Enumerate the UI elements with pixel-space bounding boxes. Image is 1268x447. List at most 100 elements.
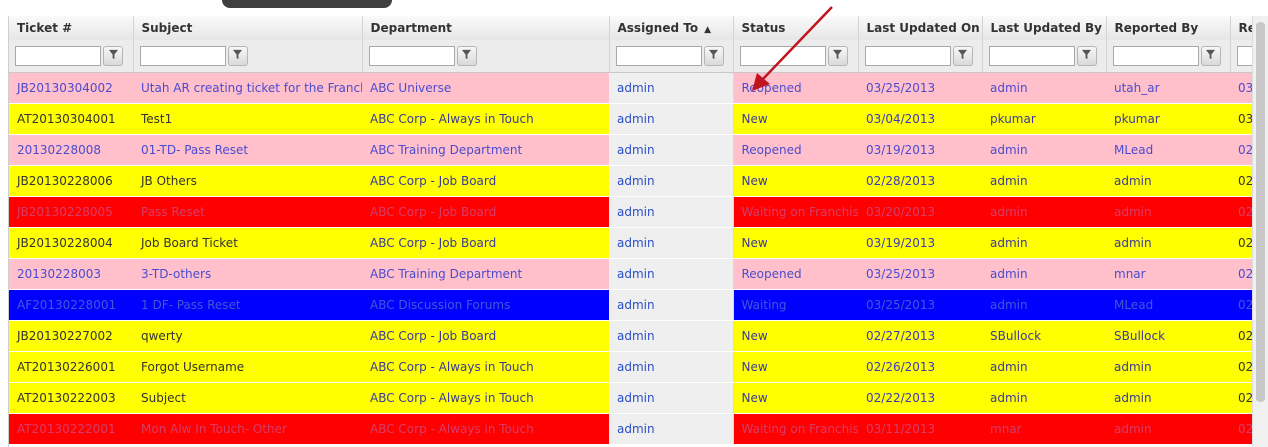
cell-assigned-to[interactable]: admin xyxy=(609,382,734,414)
cell-last-updated-on[interactable]: 03/19/2013 xyxy=(858,134,982,166)
cell-status[interactable]: New xyxy=(733,103,858,135)
filter-button-department[interactable] xyxy=(456,46,477,66)
column-header-department[interactable]: Department xyxy=(362,16,610,40)
cell-last-updated-by[interactable]: admin xyxy=(982,289,1106,321)
table-row[interactable]: JB20130228004 Job Board Ticket ABC Corp - … xyxy=(9,227,1253,259)
cell-last-updated-on[interactable]: 03/25/2013 xyxy=(858,258,982,290)
column-header-status[interactable]: Status xyxy=(733,16,859,40)
cell-ticket[interactable]: AT20130222001 xyxy=(9,413,133,445)
cell-extra[interactable]: 02/ xyxy=(1230,134,1253,166)
cell-reported-by[interactable]: admin xyxy=(1106,351,1230,383)
table-row[interactable]: AT20130222001 Mon Alw In Touch- Other ABC … xyxy=(9,413,1253,445)
cell-status[interactable]: Waiting on Franchise xyxy=(733,196,858,228)
cell-subject[interactable]: JB Others xyxy=(133,165,362,197)
filter-input-assigned-to[interactable] xyxy=(615,46,702,66)
cell-status[interactable]: Waiting xyxy=(733,289,858,321)
cell-last-updated-by[interactable]: admin xyxy=(982,72,1106,104)
cell-subject[interactable]: Pass Reset xyxy=(133,196,362,228)
cell-last-updated-on[interactable]: 03/04/2013 xyxy=(858,103,982,135)
cell-status[interactable]: New xyxy=(733,382,858,414)
cell-department[interactable]: ABC Training Department xyxy=(362,258,609,290)
filter-button-ticket[interactable] xyxy=(103,46,123,66)
cell-last-updated-by[interactable]: pkumar xyxy=(982,103,1106,135)
filter-input-last-updated-on[interactable] xyxy=(864,46,951,66)
column-header-assigned-to[interactable]: Assigned To ▲ xyxy=(609,16,734,40)
cell-assigned-to[interactable]: admin xyxy=(609,351,734,383)
filter-input-subject[interactable] xyxy=(139,46,226,66)
table-row[interactable]: AT20130226001 Forgot Username ABC Corp - A… xyxy=(9,351,1253,383)
table-row[interactable]: JB20130228006 JB Others ABC Corp - Job Boa… xyxy=(9,165,1253,197)
cell-subject[interactable]: qwerty xyxy=(133,320,362,352)
cell-assigned-to[interactable]: admin xyxy=(609,258,734,290)
cell-reported-by[interactable]: admin xyxy=(1106,196,1230,228)
cell-extra[interactable]: 02/ xyxy=(1230,227,1253,259)
cell-last-updated-on[interactable]: 03/11/2013 xyxy=(858,413,982,445)
filter-button-assigned-to[interactable] xyxy=(703,46,724,66)
cell-last-updated-by[interactable]: admin xyxy=(982,134,1106,166)
cell-department[interactable]: ABC Corp - Always in Touch xyxy=(362,103,609,135)
cell-ticket[interactable]: 20130228003 xyxy=(9,258,133,290)
cell-extra[interactable]: 02/ xyxy=(1230,258,1253,290)
cell-last-updated-by[interactable]: admin xyxy=(982,351,1106,383)
table-row[interactable]: JB20130228005 Pass Reset ABC Corp - Job Bo… xyxy=(9,196,1253,228)
cell-last-updated-on[interactable]: 02/22/2013 xyxy=(858,382,982,414)
cell-subject[interactable]: 3-TD-others xyxy=(133,258,362,290)
cell-subject[interactable]: Utah AR creating ticket for the Franchis… xyxy=(133,72,362,104)
cell-reported-by[interactable]: admin xyxy=(1106,413,1230,445)
cell-assigned-to[interactable]: admin xyxy=(609,227,734,259)
filter-button-last-updated-on[interactable] xyxy=(952,46,973,66)
cell-subject[interactable]: 01-TD- Pass Reset xyxy=(133,134,362,166)
cell-extra[interactable]: 02/ xyxy=(1230,289,1253,321)
cell-ticket[interactable]: JB20130228004 xyxy=(9,227,133,259)
cell-extra[interactable]: 02/ xyxy=(1230,320,1253,352)
column-header-subject[interactable]: Subject xyxy=(133,16,363,40)
cell-last-updated-on[interactable]: 03/25/2013 xyxy=(858,289,982,321)
vertical-scrollbar[interactable] xyxy=(1252,16,1268,447)
column-header-ticket[interactable]: Ticket # xyxy=(9,16,134,40)
cell-department[interactable]: ABC Corp - Always in Touch xyxy=(362,351,609,383)
cell-department[interactable]: ABC Corp - Job Board xyxy=(362,165,609,197)
cell-department[interactable]: ABC Corp - Always in Touch xyxy=(362,382,609,414)
cell-reported-by[interactable]: SBullock xyxy=(1106,320,1230,352)
cell-last-updated-by[interactable]: admin xyxy=(982,258,1106,290)
filter-button-subject[interactable] xyxy=(227,46,248,66)
table-row[interactable]: AT20130304001 Test1 ABC Corp - Always in T… xyxy=(9,103,1253,135)
cell-department[interactable]: ABC Universe xyxy=(362,72,609,104)
cell-status[interactable]: Reopened xyxy=(733,72,858,104)
cell-ticket[interactable]: JB20130228006 xyxy=(9,165,133,197)
cell-department[interactable]: ABC Corp - Job Board xyxy=(362,227,609,259)
cell-department[interactable]: ABC Discussion Forums xyxy=(362,289,609,321)
cell-extra[interactable]: 02/ xyxy=(1230,382,1253,414)
filter-input-reported-by[interactable] xyxy=(1112,46,1199,66)
cell-last-updated-on[interactable]: 03/20/2013 xyxy=(858,196,982,228)
cell-reported-by[interactable]: MLead xyxy=(1106,289,1230,321)
cell-subject[interactable]: Forgot Username xyxy=(133,351,362,383)
filter-input-department[interactable] xyxy=(368,46,455,66)
table-row[interactable]: AF20130228001 1 DF- Pass Reset ABC Discuss… xyxy=(9,289,1253,321)
filter-input-last-updated-by[interactable] xyxy=(988,46,1075,66)
cell-subject[interactable]: 1 DF- Pass Reset xyxy=(133,289,362,321)
cell-ticket[interactable]: AT20130226001 xyxy=(9,351,133,383)
cell-last-updated-on[interactable]: 02/26/2013 xyxy=(858,351,982,383)
column-header-reported-by[interactable]: Reported By xyxy=(1106,16,1231,40)
cell-extra[interactable]: 02/ xyxy=(1230,413,1253,445)
cell-subject[interactable]: Mon Alw In Touch- Other xyxy=(133,413,362,445)
cell-reported-by[interactable]: MLead xyxy=(1106,134,1230,166)
cell-ticket[interactable]: AT20130222003 xyxy=(9,382,133,414)
table-row[interactable]: JB20130227002 qwerty ABC Corp - Job Board a… xyxy=(9,320,1253,352)
filter-input-status[interactable] xyxy=(739,46,826,66)
cell-subject[interactable]: Test1 xyxy=(133,103,362,135)
table-row[interactable]: AT20130222003 Subject ABC Corp - Always in… xyxy=(9,382,1253,414)
cell-last-updated-on[interactable]: 03/25/2013 xyxy=(858,72,982,104)
column-header-last-updated-on[interactable]: Last Updated On xyxy=(858,16,983,40)
cell-assigned-to[interactable]: admin xyxy=(609,103,734,135)
cell-assigned-to[interactable]: admin xyxy=(609,72,734,104)
cell-status[interactable]: New xyxy=(733,227,858,259)
cell-reported-by[interactable]: admin xyxy=(1106,227,1230,259)
cell-extra[interactable]: 02/ xyxy=(1230,351,1253,383)
cell-ticket[interactable]: JB20130304002 xyxy=(9,72,133,104)
cell-department[interactable]: ABC Corp - Job Board xyxy=(362,320,609,352)
cell-last-updated-by[interactable]: admin xyxy=(982,382,1106,414)
cell-last-updated-by[interactable]: SBullock xyxy=(982,320,1106,352)
cell-status[interactable]: Reopened xyxy=(733,134,858,166)
